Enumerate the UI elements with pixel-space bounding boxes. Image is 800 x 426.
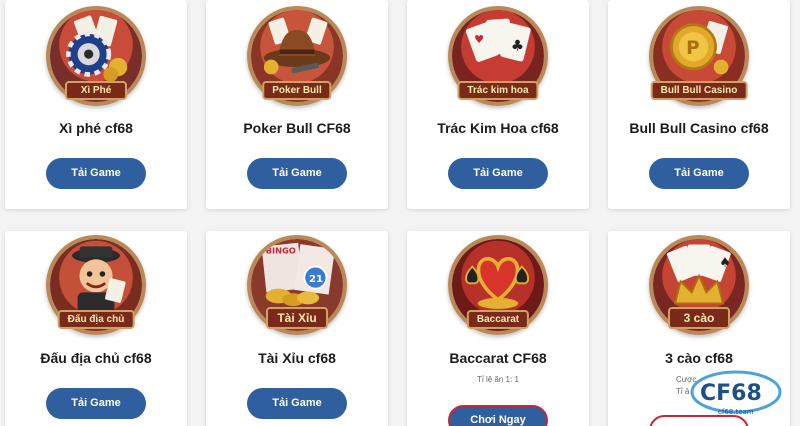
svg-text:CF68: CF68 — [700, 381, 762, 406]
svg-text:♣: ♣ — [511, 37, 524, 54]
game-title: Baccarat CF68 — [449, 350, 547, 366]
game-card-dau-dia-chu[interactable]: Đấu địa chủ Đấu địa chủ cf68 Tải Game — [5, 231, 187, 426]
icon-label: Bull Bull Casino — [650, 81, 748, 100]
game-icon[interactable]: Poker Bull — [247, 6, 347, 106]
game-icon[interactable]: ♠ 3 cào — [649, 235, 749, 335]
download-game-button[interactable]: Tải Game — [247, 388, 347, 419]
game-card-xi-phe[interactable]: Xì Phé Xì phé cf68 Tải Game — [5, 0, 187, 209]
game-icon[interactable]: Baccarat — [448, 235, 548, 335]
download-game-button[interactable]: Tải Game — [649, 158, 749, 189]
game-title: Tài Xỉu cf68 — [258, 350, 336, 366]
game-title: Đấu địa chủ cf68 — [40, 350, 152, 366]
download-game-button[interactable]: Tải Game — [448, 158, 548, 189]
icon-label: Poker Bull — [262, 81, 332, 100]
svg-text:♥: ♥ — [474, 33, 484, 46]
game-card-trac-kim-hoa[interactable]: ♣ ♥ Trác kim hoa Trác Kim Hoa cf68 Tải G… — [407, 0, 589, 209]
cf68-logo: CF68 cf68.team — [688, 362, 784, 422]
game-grid: Xì Phé Xì phé cf68 Tải Game Poker Bull P… — [0, 0, 800, 426]
game-card-poker-bull[interactable]: Poker Bull Poker Bull CF68 Tải Game — [206, 0, 388, 209]
icon-label: Baccarat — [466, 310, 530, 329]
game-title: Trác Kim Hoa cf68 — [437, 120, 559, 136]
payout-ratio: Tỉ lệ ăn 1: 1 — [477, 375, 519, 384]
download-game-button[interactable]: Tải Game — [46, 388, 146, 419]
game-card-tai-xiu[interactable]: BINGO 21 Tài Xỉu Tài Xỉu cf68 Tải Game — [206, 231, 388, 426]
icon-label: Trác kim hoa — [457, 81, 539, 100]
svg-text:cf68.team: cf68.team — [718, 408, 754, 416]
game-icon[interactable]: Đấu địa chủ — [46, 235, 146, 335]
play-now-button[interactable]: Chơi Ngay — [448, 405, 548, 426]
game-icon[interactable]: Xì Phé — [46, 6, 146, 106]
icon-label: Đấu địa chủ — [57, 310, 135, 329]
svg-text:♠: ♠ — [719, 256, 731, 271]
game-card-bull-bull-casino[interactable]: P Bull Bull Casino Bull Bull Casino cf68… — [608, 0, 790, 209]
download-game-button[interactable]: Tải Game — [46, 158, 146, 189]
icon-label: Tài Xỉu — [266, 307, 328, 329]
game-icon[interactable]: BINGO 21 Tài Xỉu — [247, 235, 347, 335]
game-title: Xì phé cf68 — [59, 120, 133, 136]
icon-label: 3 cào — [668, 307, 730, 329]
game-title: Bull Bull Casino cf68 — [629, 120, 769, 136]
download-game-button[interactable]: Tải Game — [247, 158, 347, 189]
svg-text:P: P — [686, 38, 699, 59]
game-title: Poker Bull CF68 — [243, 120, 351, 136]
game-card-baccarat[interactable]: Baccarat Baccarat CF68 Tỉ lệ ăn 1: 1 Chơ… — [407, 231, 589, 426]
bingo-text: BINGO — [266, 246, 296, 256]
bingo-ball-number: 21 — [309, 274, 323, 285]
game-icon[interactable]: P Bull Bull Casino — [649, 6, 749, 106]
icon-label: Xì Phé — [65, 81, 127, 100]
game-icon[interactable]: ♣ ♥ Trác kim hoa — [448, 6, 548, 106]
